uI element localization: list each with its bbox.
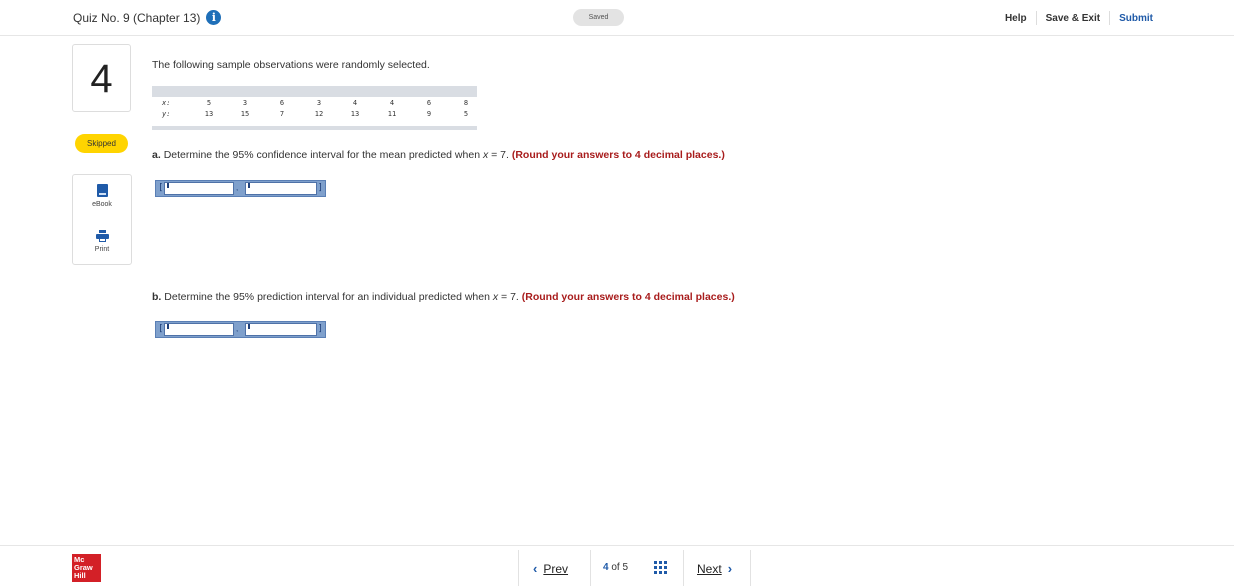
print-button[interactable]: Print — [73, 230, 131, 253]
y-row-label: y: — [162, 110, 171, 118]
y-cell: 13 — [204, 110, 214, 118]
confidence-interval-input: [ , ] — [155, 180, 326, 197]
printer-icon — [95, 230, 109, 242]
y-cell: 9 — [426, 110, 432, 118]
y-cell: 11 — [387, 110, 397, 118]
observations-table: x: 5 3 6 3 4 4 6 8 y: 13 15 7 12 13 11 9… — [152, 86, 477, 130]
part-b-text-after: = 7. — [498, 291, 522, 303]
prediction-interval-input: [ , ] — [155, 321, 326, 338]
part-b-prompt: b. Determine the 95% prediction interval… — [152, 291, 735, 303]
question-number: 4 — [72, 44, 131, 112]
part-a-round-note: (Round your answers to 4 decimal places.… — [511, 149, 725, 161]
total-pages: 5 — [622, 562, 629, 573]
pi-lower-input[interactable] — [164, 323, 234, 336]
x-cell: 6 — [426, 99, 432, 107]
quiz-title-text: Quiz No. 9 (Chapter 13) — [73, 10, 201, 25]
x-cell: 4 — [352, 99, 358, 107]
divider — [683, 550, 684, 586]
interval-comma: , — [236, 183, 239, 192]
of-label: of — [611, 562, 620, 573]
part-b-letter: b. — [152, 291, 162, 303]
y-cell: 7 — [279, 110, 285, 118]
saved-status-badge: Saved — [573, 9, 624, 26]
x-cell: 8 — [463, 99, 469, 107]
pi-upper-input[interactable] — [245, 323, 317, 336]
x-cell: 6 — [279, 99, 285, 107]
page-position: 4 of 5 — [603, 562, 628, 573]
close-bracket: ] — [317, 183, 323, 193]
ebook-label: eBook — [92, 201, 112, 208]
y-cell: 15 — [240, 110, 250, 118]
ci-upper-input[interactable] — [245, 182, 317, 195]
part-a-prompt: a. Determine the 95% confidence interval… — [152, 149, 725, 161]
footer-bar: Mc Graw Hill ‹ Prev 4 of 5 Next › — [0, 545, 1234, 586]
next-button[interactable]: Next › — [697, 561, 732, 576]
x-cell: 5 — [206, 99, 212, 107]
quiz-title: Quiz No. 9 (Chapter 13) i — [73, 10, 222, 25]
next-label: Next — [697, 561, 722, 576]
book-icon — [96, 184, 108, 197]
x-cell: 3 — [242, 99, 248, 107]
y-row: y: 13 15 7 12 13 11 9 5 — [152, 110, 477, 121]
print-label: Print — [94, 246, 110, 253]
x-cell: 4 — [389, 99, 395, 107]
question-pager: ‹ Prev 4 of 5 Next › — [518, 550, 751, 586]
info-icon[interactable]: i — [206, 10, 222, 25]
mcgraw-hill-logo: Mc Graw Hill — [72, 554, 101, 582]
close-bracket: ] — [317, 324, 323, 334]
y-cell: 12 — [314, 110, 324, 118]
chevron-left-icon: ‹ — [533, 561, 538, 576]
submit-link[interactable]: Submit — [1110, 13, 1153, 24]
part-b-text: Determine the 95% prediction interval fo… — [164, 291, 493, 303]
open-bracket: [ — [158, 183, 164, 193]
x-row: x: 5 3 6 3 4 4 6 8 — [152, 99, 477, 110]
current-page: 4 — [603, 562, 609, 573]
interval-comma: , — [236, 324, 239, 333]
prev-label: Prev — [543, 561, 569, 576]
chevron-right-icon: › — [727, 561, 733, 576]
ci-lower-input[interactable] — [164, 182, 234, 195]
save-exit-link[interactable]: Save & Exit — [1037, 13, 1109, 24]
y-cell: 5 — [463, 110, 469, 118]
x-row-label: x: — [162, 99, 171, 107]
part-a-letter: a. — [152, 149, 161, 161]
help-link[interactable]: Help — [996, 13, 1036, 24]
open-bracket: [ — [158, 324, 164, 334]
part-a-text: Determine the 95% confidence interval fo… — [163, 149, 483, 161]
skipped-badge: Skipped — [75, 134, 128, 153]
part-b-round-note: (Round your answers to 4 decimal places.… — [521, 291, 735, 303]
grid-icon[interactable] — [654, 561, 667, 574]
top-links: Help Save & Exit Submit — [996, 11, 1153, 25]
ebook-button[interactable]: eBook — [73, 184, 131, 208]
x-cell: 3 — [316, 99, 322, 107]
top-bar: Quiz No. 9 (Chapter 13) i Saved Help Sav… — [0, 0, 1234, 36]
y-cell: 13 — [350, 110, 360, 118]
part-a-text-after: = 7. — [488, 149, 512, 161]
question-intro: The following sample observations were r… — [152, 59, 430, 71]
question-tools: eBook Print — [72, 174, 132, 265]
prev-button[interactable]: ‹ Prev — [533, 561, 568, 576]
divider — [590, 550, 591, 586]
